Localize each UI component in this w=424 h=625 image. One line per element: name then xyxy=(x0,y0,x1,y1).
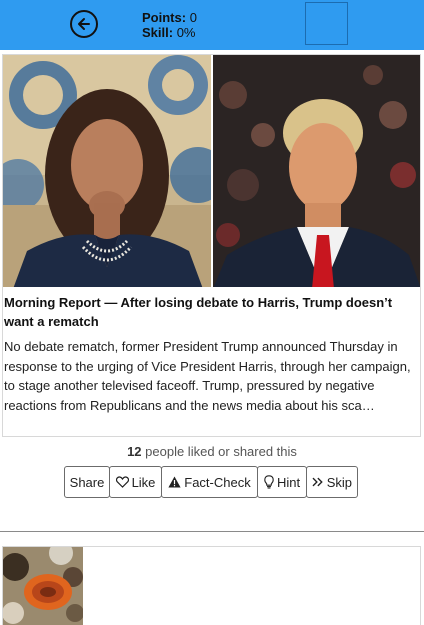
fact-check-label: Fact-Check xyxy=(184,474,251,490)
photo-right-portrait xyxy=(212,55,420,289)
like-label: Like xyxy=(131,474,156,490)
hint-button[interactable]: Hint xyxy=(257,466,307,498)
next-article-card[interactable] xyxy=(2,546,421,625)
article-summary: No debate rematch, former President Trum… xyxy=(4,339,411,413)
next-article-thumbnail xyxy=(3,547,83,625)
skip-label: Skip xyxy=(326,474,352,490)
hint-label: Hint xyxy=(276,474,301,490)
top-square-box[interactable] xyxy=(305,2,348,45)
skill-stat: Skill: 0% xyxy=(142,25,197,40)
score-panel: Points: 0 Skill: 0% xyxy=(142,10,197,40)
article-card[interactable]: Morning Report — After losing debate to … xyxy=(2,54,421,437)
back-button[interactable] xyxy=(70,10,98,38)
heart-icon xyxy=(115,476,129,488)
likes-text: people liked or shared this xyxy=(145,444,297,459)
likes-count: 12 xyxy=(127,444,142,459)
like-button[interactable]: Like xyxy=(109,466,162,498)
points-stat: Points: 0 xyxy=(142,10,197,25)
share-button[interactable]: Share xyxy=(64,466,110,498)
photo-left-portrait xyxy=(3,55,211,289)
article-photo xyxy=(3,55,420,289)
back-arrow-icon xyxy=(78,18,90,30)
skill-label: Skill: xyxy=(142,25,174,40)
points-value: 0 xyxy=(189,10,197,25)
warning-icon xyxy=(168,476,181,488)
top-bar: Points: 0 Skill: 0% xyxy=(0,0,424,50)
points-label: Points: xyxy=(142,10,187,25)
article-headline[interactable]: Morning Report — After losing debate to … xyxy=(4,293,419,331)
section-divider xyxy=(0,531,424,532)
skill-value: 0% xyxy=(176,25,196,40)
lightbulb-icon xyxy=(264,475,274,489)
skip-button[interactable]: Skip xyxy=(306,466,358,498)
share-label: Share xyxy=(69,474,105,490)
likes-line: 12 people liked or shared this xyxy=(0,444,424,459)
action-bar: Share Like Fact-Check Hint Skip xyxy=(64,466,358,498)
fact-check-button[interactable]: Fact-Check xyxy=(161,466,258,498)
double-chevron-right-icon xyxy=(312,477,323,487)
